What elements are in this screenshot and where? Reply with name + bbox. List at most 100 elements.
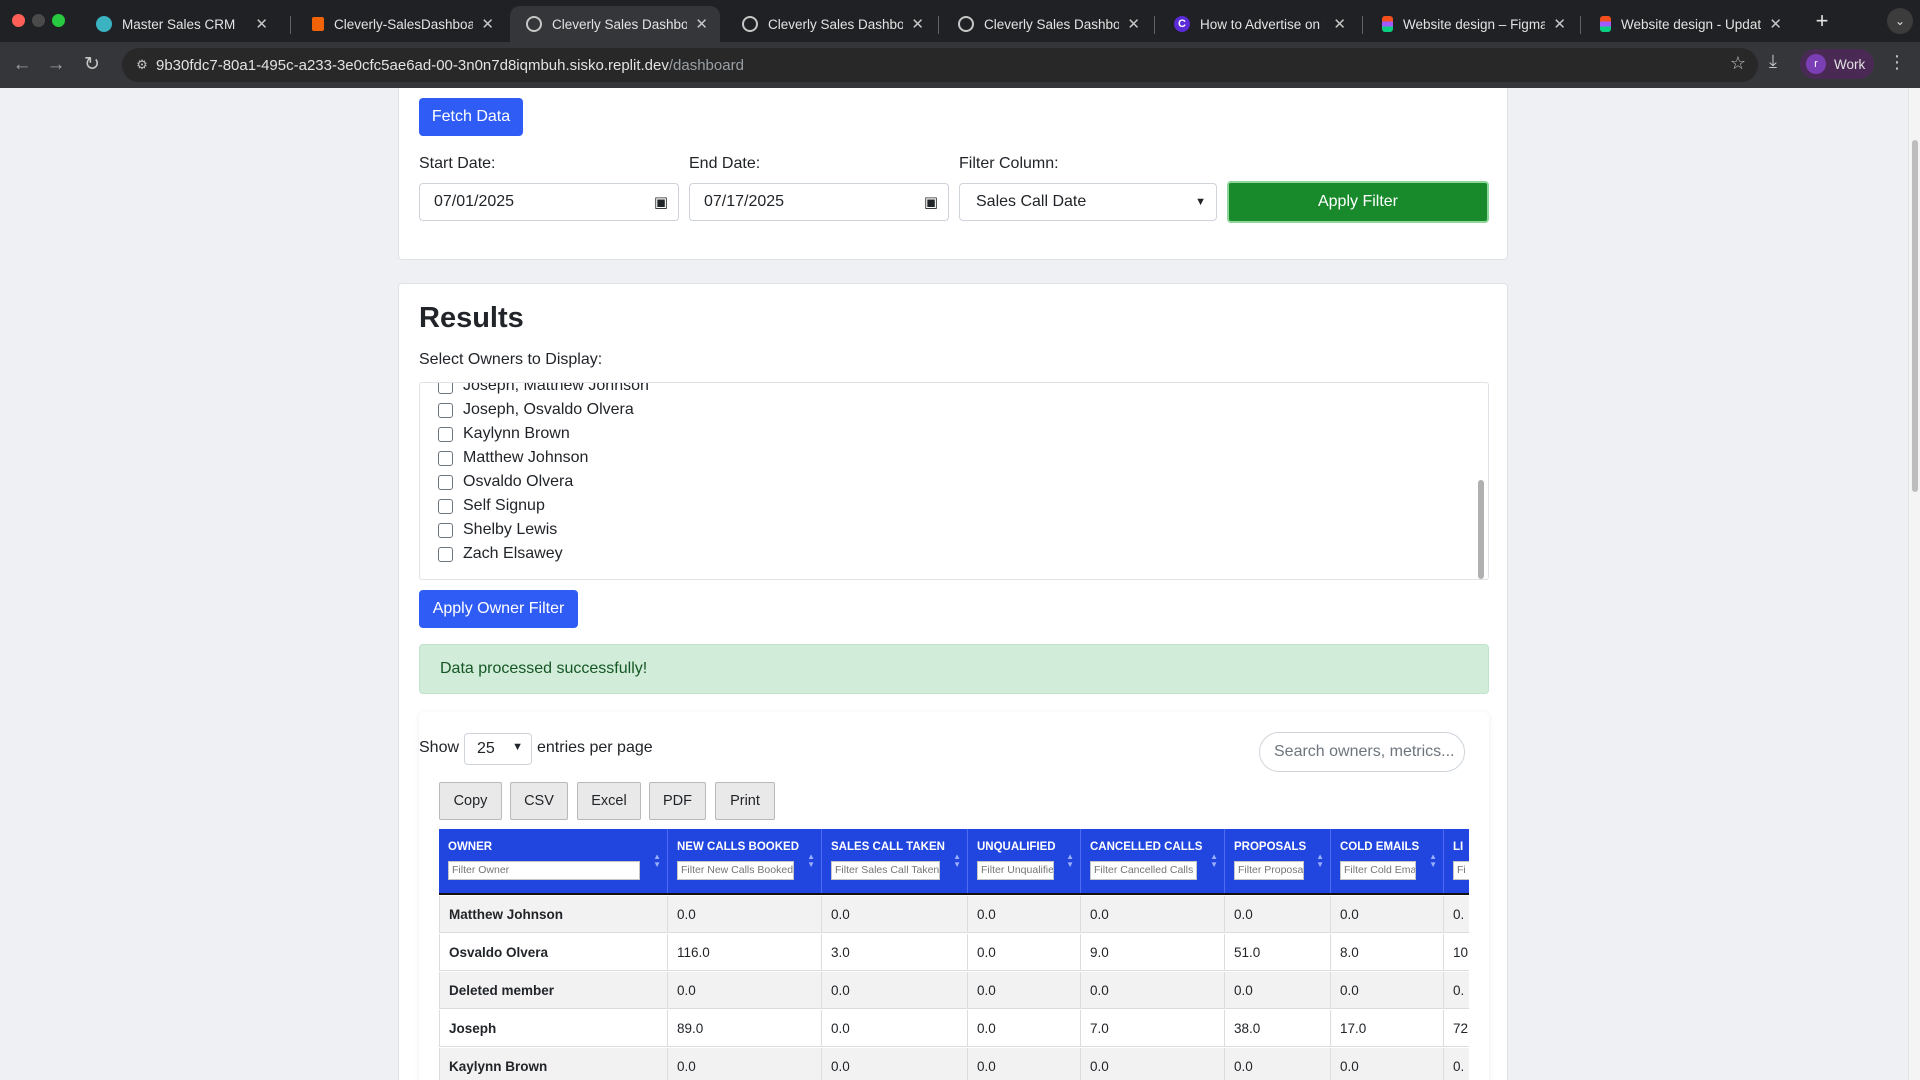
pdf-button[interactable]: PDF xyxy=(649,782,706,820)
sort-icon[interactable]: ▲ ▼ xyxy=(1316,853,1324,869)
column-header-owner[interactable]: OWNER Filter Owner ▲ ▼ xyxy=(439,829,668,893)
calendar-icon[interactable]: ▣ xyxy=(654,193,668,211)
column-filter-input[interactable]: Fi xyxy=(1453,861,1469,880)
column-header-cold-emails[interactable]: COLD EMAILS Filter Cold Emails ▲▼ xyxy=(1331,829,1444,893)
copy-button[interactable]: Copy xyxy=(439,782,502,820)
browser-tab-active[interactable]: Cleverly Sales Dashboard ✕ xyxy=(510,6,720,42)
browser-tab[interactable]: Website design - Updated ✕ xyxy=(1584,6,1794,42)
owner-checkbox-item[interactable]: Joseph, Osvaldo Olvera xyxy=(438,399,634,421)
close-tab-icon[interactable]: ✕ xyxy=(1333,15,1346,33)
browser-tab[interactable]: C How to Advertise on LinkedIn ✕ xyxy=(1158,6,1358,42)
bookmark-star-icon[interactable]: ☆ xyxy=(1730,53,1746,74)
excel-button[interactable]: Excel xyxy=(577,782,641,820)
owner-checkbox-item[interactable]: Kaylynn Brown xyxy=(438,423,570,445)
column-header-unqualified[interactable]: UNQUALIFIED Filter Unqualified ▲ ▼ xyxy=(968,829,1081,893)
window-close-button[interactable] xyxy=(12,14,25,27)
sort-icon[interactable]: ▲ ▼ xyxy=(807,853,815,869)
chevron-down-icon: ▼ xyxy=(512,741,523,753)
download-icon[interactable]: ⤓ xyxy=(1760,51,1786,77)
column-filter-input[interactable]: Filter Sales Call Taken xyxy=(831,861,940,880)
figma-icon xyxy=(1382,16,1393,32)
filter-card: Fetch Data Start Date: 07/01/2025 ▣ End … xyxy=(398,88,1508,260)
tab-search-button[interactable]: ⌄ xyxy=(1887,8,1913,34)
entries-label: entries per page xyxy=(537,739,653,756)
page-scrollbar-thumb[interactable] xyxy=(1912,140,1918,492)
column-filter-input[interactable]: Filter New Calls Booked xyxy=(677,861,794,880)
window-zoom-button[interactable] xyxy=(52,14,65,27)
table-cell: 0.0 xyxy=(1081,896,1225,933)
column-header-new-calls-booked[interactable]: NEW CALLS BOOKED Filter New Calls Booked… xyxy=(668,829,822,893)
column-header-proposals[interactable]: PROPOSALS Filter Proposals ▲ ▼ xyxy=(1225,829,1331,893)
close-tab-icon[interactable]: ✕ xyxy=(1127,15,1140,33)
site-settings-icon[interactable]: ⚙ xyxy=(132,55,152,75)
new-tab-button[interactable]: + xyxy=(1808,8,1836,36)
table-cell: 116.0 xyxy=(668,934,822,971)
browser-tab[interactable]: Cleverly Sales Dashboard ✕ xyxy=(726,6,936,42)
checkbox[interactable] xyxy=(438,450,453,466)
checkbox[interactable] xyxy=(438,402,453,418)
owner-checkbox-item[interactable]: Zach Elsawey xyxy=(438,543,563,565)
url-text[interactable]: 9b30fdc7-80a1-495c-a233-3e0cfc5ae6ad-00-… xyxy=(156,57,744,74)
checkbox[interactable] xyxy=(438,498,453,514)
owner-checkbox-item[interactable]: Shelby Lewis xyxy=(438,519,557,541)
apply-owner-filter-button[interactable]: Apply Owner Filter xyxy=(419,590,578,628)
calendar-icon[interactable]: ▣ xyxy=(924,193,938,211)
checkbox[interactable] xyxy=(438,546,453,562)
close-tab-icon[interactable]: ✕ xyxy=(1769,15,1782,33)
close-tab-icon[interactable]: ✕ xyxy=(1553,15,1566,33)
column-filter-input[interactable]: Filter Cancelled Calls xyxy=(1090,861,1197,880)
sort-icon[interactable]: ▲ ▼ xyxy=(653,853,661,869)
owner-checkbox-item[interactable]: Joseph, Matthew Johnson xyxy=(438,383,649,397)
fetch-data-button[interactable]: Fetch Data xyxy=(419,98,523,136)
browser-tab[interactable]: Cleverly Sales Dashboard ✕ xyxy=(942,6,1152,42)
print-button[interactable]: Print xyxy=(715,782,775,820)
profile-button[interactable]: r Work xyxy=(1800,49,1874,79)
browser-tab[interactable]: Website design – Figma ✕ xyxy=(1366,6,1578,42)
page-scrollbar[interactable] xyxy=(1908,88,1920,1080)
apply-filter-button[interactable]: Apply Filter xyxy=(1227,181,1489,223)
table-cell: 0. xyxy=(1444,972,1469,1009)
column-filter-input[interactable]: Filter Owner xyxy=(448,861,640,880)
sort-icon[interactable]: ▲ ▼ xyxy=(1210,853,1218,869)
close-tab-icon[interactable]: ✕ xyxy=(911,15,924,33)
owner-checkbox-item[interactable]: Osvaldo Olvera xyxy=(438,471,573,493)
owners-checkbox-list[interactable]: Joseph, Matthew Johnson Joseph, Osvaldo … xyxy=(419,382,1489,580)
reload-icon[interactable]: ↻ xyxy=(78,51,106,79)
filter-column-select[interactable]: Sales Call Date ▼ xyxy=(959,183,1217,221)
owners-list-scrollbar[interactable] xyxy=(1476,387,1486,579)
browser-tab[interactable]: Master Sales CRM ✕ xyxy=(80,6,280,42)
sort-icon[interactable]: ▲ ▼ xyxy=(1429,853,1437,869)
profile-label: Work xyxy=(1834,56,1866,72)
table-cell: 0.0 xyxy=(822,972,968,1009)
checkbox[interactable] xyxy=(438,383,453,394)
browser-tab[interactable]: Cleverly-SalesDashboard ✕ xyxy=(296,6,506,42)
page-size-select[interactable]: 25 ▼ xyxy=(464,733,532,765)
forward-arrow-icon[interactable]: → xyxy=(42,51,70,79)
close-tab-icon[interactable]: ✕ xyxy=(481,15,494,33)
sort-icon[interactable]: ▲ ▼ xyxy=(953,853,961,869)
column-header-li[interactable]: LI Fi xyxy=(1444,829,1469,893)
checkbox[interactable] xyxy=(438,426,453,442)
back-arrow-icon[interactable]: ← xyxy=(8,51,36,79)
column-filter-input[interactable]: Filter Cold Emails xyxy=(1340,861,1416,880)
column-filter-input[interactable]: Filter Unqualified xyxy=(977,861,1054,880)
sort-icon[interactable]: ▲ ▼ xyxy=(1066,853,1074,869)
close-tab-icon[interactable]: ✕ xyxy=(255,15,268,33)
address-bar[interactable]: ⚙ 9b30fdc7-80a1-495c-a233-3e0cfc5ae6ad-0… xyxy=(122,48,1758,82)
column-filter-input[interactable]: Filter Proposals xyxy=(1234,861,1304,880)
window-minimize-button[interactable] xyxy=(32,14,45,27)
column-header-sales-call-taken[interactable]: SALES CALL TAKEN Filter Sales Call Taken… xyxy=(822,829,968,893)
show-label: Show xyxy=(419,739,460,756)
table-search-input[interactable]: Search owners, metrics... xyxy=(1259,732,1465,772)
owner-checkbox-item[interactable]: Matthew Johnson xyxy=(438,447,588,469)
start-date-input[interactable]: 07/01/2025 ▣ xyxy=(419,183,679,221)
checkbox[interactable] xyxy=(438,474,453,490)
checkbox[interactable] xyxy=(438,522,453,538)
close-tab-icon[interactable]: ✕ xyxy=(695,15,708,33)
csv-button[interactable]: CSV xyxy=(510,782,568,820)
owner-checkbox-item[interactable]: Self Signup xyxy=(438,495,545,517)
table-cell: 0.0 xyxy=(968,972,1081,1009)
column-header-cancelled-calls[interactable]: CANCELLED CALLS Filter Cancelled Calls ▲… xyxy=(1081,829,1225,893)
end-date-input[interactable]: 07/17/2025 ▣ xyxy=(689,183,949,221)
more-menu-icon[interactable]: ⋮ xyxy=(1888,52,1906,73)
